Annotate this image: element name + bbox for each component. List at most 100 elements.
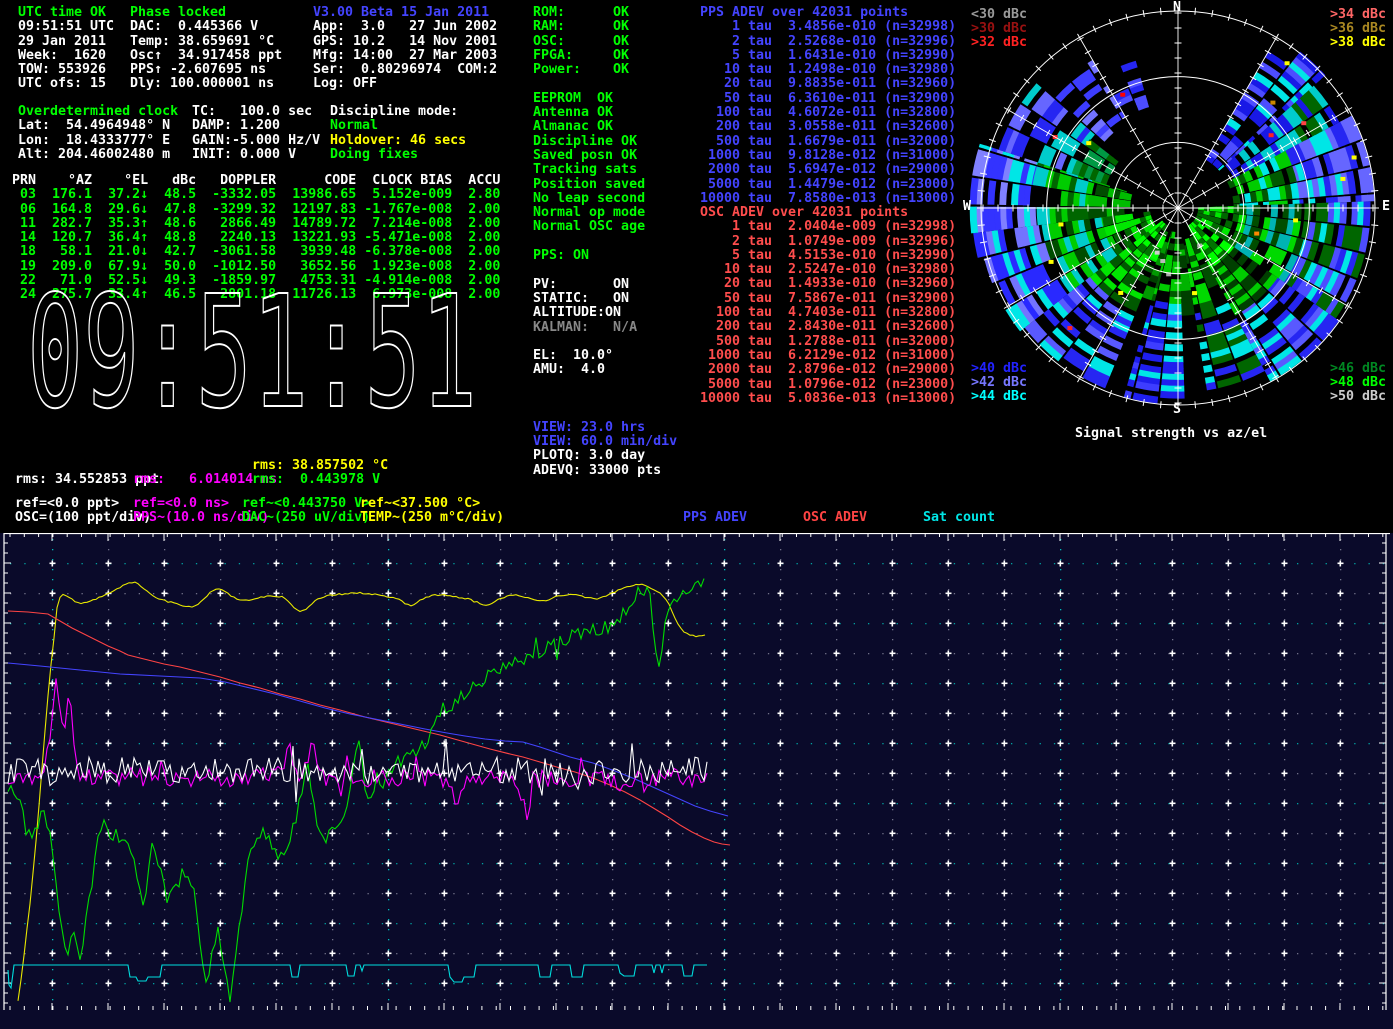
status-line: TC: 100.0 sec — [192, 105, 320, 119]
adev-row: 500 tau 1.6679e-011 (n=32000) — [700, 135, 956, 149]
status-line: Normal OSC age — [533, 220, 677, 234]
status-line: STATIC: ON — [533, 292, 677, 306]
status-line: PLOTQ: 3.0 day — [533, 449, 677, 463]
sat-table-row: 22 71.0 52.5↓ 49.3 -1859.97 4753.31 -4.9… — [12, 274, 500, 288]
plot-label-pps-adev: PPS ADEV — [683, 511, 747, 525]
sat-table-row: 06 164.8 29.6↓ 47.8 -3299.32 12197.83 -1… — [12, 203, 500, 217]
status-line — [533, 378, 677, 392]
status-line: ADEVQ: 33000 pts — [533, 464, 677, 478]
status-line: App: 3.0 27 Jun 2002 — [313, 20, 497, 34]
status-line: Position saved — [533, 178, 677, 192]
adev-row: 100 tau 4.7403e-011 (n=32800) — [700, 306, 956, 320]
adev-row: 1 tau 3.4856e-010 (n=32998) — [700, 20, 956, 34]
status-line: INIT: 0.000 V — [192, 148, 320, 162]
adev-row: 10000 tau 7.8580e-013 (n=13000) — [700, 192, 956, 206]
status-line — [533, 406, 677, 420]
sat-table-row: 18 58.1 21.0↓ 42.7 -3061.58 3939.48 -6.3… — [12, 245, 500, 259]
status-line: 29 Jan 2011 — [18, 35, 114, 49]
compass-N: N — [1173, 1, 1181, 15]
status-line: Discipline OK — [533, 135, 677, 149]
status-line: Osc↑ 34.917458 ppt — [130, 49, 282, 63]
adev-row: 50 tau 7.5867e-011 (n=32900) — [700, 292, 956, 306]
receiver-mode-block: Overdetermined clockLat: 54.4964948° NLo… — [18, 105, 178, 162]
status-line: Mfg: 14:00 27 Mar 2003 — [313, 49, 497, 63]
big-digital-clock: 09:51:51 — [25, 288, 485, 428]
status-line — [533, 392, 677, 406]
status-line — [533, 263, 677, 277]
status-line: Tracking sats — [533, 163, 677, 177]
sat-table-row: 19 209.0 67.9↓ 50.0 -1012.50 3652.56 1.9… — [12, 260, 500, 274]
legend-gt50: >50 dBc — [1330, 390, 1386, 404]
status-line: TOW: 553926 — [18, 63, 114, 77]
adev-row: 1000 tau 9.8128e-012 (n=31000) — [700, 149, 956, 163]
sat-table-row: 11 282.7 35.3↑ 48.6 2866.49 14789.72 7.2… — [12, 217, 500, 231]
status-line: ROM: OK — [533, 6, 677, 20]
strip-chart-plot-area[interactable] — [0, 533, 1393, 1029]
adev-row: 2000 tau 2.8796e-012 (n=29000) — [700, 363, 956, 377]
status-line: No leap second — [533, 192, 677, 206]
status-line: VIEW: 60.0 min/div — [533, 435, 677, 449]
pps-adev-table: PPS ADEV over 42031 points 1 tau 3.4856e… — [700, 6, 956, 206]
osc-adev-table: OSC ADEV over 42031 points 1 tau 2.0404e… — [700, 206, 956, 406]
adev-row: 500 tau 1.2788e-011 (n=32000) — [700, 335, 956, 349]
status-line: OSC: OK — [533, 35, 677, 49]
adev-row: 1000 tau 6.2129e-012 (n=31000) — [700, 349, 956, 363]
adev-row: 5000 tau 1.0796e-012 (n=23000) — [700, 378, 956, 392]
status-line: FPGA: OK — [533, 49, 677, 63]
status-line: GAIN:-5.000 Hz/V — [192, 134, 320, 148]
polar-caption: Signal strength vs az/el — [1075, 427, 1267, 441]
legend-gt38: >38 dBc — [1330, 36, 1386, 50]
scale-osc: OSC=(100 ppt/div) — [15, 511, 151, 525]
status-line: Phase locked — [130, 6, 282, 20]
status-line: Log: OFF — [313, 77, 497, 91]
adev-row: 10 tau 1.2498e-010 (n=32980) — [700, 63, 956, 77]
compass-W: W — [963, 200, 971, 214]
status-line: Almanac OK — [533, 120, 677, 134]
adev-row: 10 tau 2.5247e-010 (n=32980) — [700, 263, 956, 277]
adev-row: 200 tau 2.8430e-011 (n=32600) — [700, 320, 956, 334]
scale-dac: DAC~(250 uV/div) — [242, 511, 370, 525]
sat-table-row: 14 120.7 36.4↑ 48.8 2240.13 13221.93 -5.… — [12, 231, 500, 245]
status-line — [533, 235, 677, 249]
adev-row: 10000 tau 5.0836e-013 (n=13000) — [700, 392, 956, 406]
sat-table-row: 03 176.1 37.2↓ 48.5 -3332.05 13986.65 5.… — [12, 188, 500, 202]
status-line: Ser: 0.80296974 COM:2 — [313, 63, 497, 77]
status-line: EEPROM OK — [533, 92, 677, 106]
satellite-table: PRN °AZ °EL dBc DOPPLER CODE CLOCK BIAS … — [12, 174, 500, 303]
oscillator-status-block: Phase lockedDAC: 0.445366 VTemp: 38.6596… — [130, 6, 282, 92]
status-line: RAM: OK — [533, 20, 677, 34]
status-line: UTC time OK — [18, 6, 114, 20]
status-line: UTC ofs: 15 — [18, 77, 114, 91]
adev-row: 50 tau 6.3610e-011 (n=32900) — [700, 92, 956, 106]
adev-title: OSC ADEV over 42031 points — [700, 206, 956, 220]
status-line: KALMAN: N/A — [533, 321, 677, 335]
status-line: PPS: ON — [533, 249, 677, 263]
status-line: Lon: 18.4333777° E — [18, 134, 178, 148]
status-line: V3.00 Beta 15 Jan 2011 — [313, 6, 497, 20]
status-line: Doing fixes — [330, 148, 466, 162]
utc-time-block: UTC time OK09:51:51 UTC29 Jan 2011Week: … — [18, 6, 114, 92]
status-line: 09:51:51 UTC — [18, 20, 114, 34]
adev-row: 5000 tau 1.4479e-012 (n=23000) — [700, 178, 956, 192]
adev-row: 2 tau 1.0749e-009 (n=32996) — [700, 235, 956, 249]
status-line: Normal — [330, 119, 466, 133]
status-line: Lat: 54.4964948° N — [18, 119, 178, 133]
adev-row: 20 tau 1.4933e-010 (n=32960) — [700, 277, 956, 291]
status-line: DAMP: 1.200 — [192, 119, 320, 133]
adev-row: 2000 tau 5.6947e-012 (n=29000) — [700, 163, 956, 177]
big-clock-digits: 09:51:51 — [27, 288, 477, 428]
health-status-column: ROM: OKRAM: OKOSC: OKFPGA: OKPower: OK E… — [533, 6, 677, 478]
status-line: Discipline mode: — [330, 105, 466, 119]
status-line: VIEW: 23.0 hrs — [533, 421, 677, 435]
adev-title: PPS ADEV over 42031 points — [700, 6, 956, 20]
legend-gt44: >44 dBc — [971, 390, 1027, 404]
lady-heather-screen: UTC time OK09:51:51 UTC29 Jan 2011Week: … — [0, 0, 1393, 1029]
discipline-mode-block: Discipline mode:NormalHoldover: 46 secsD… — [330, 105, 466, 162]
status-line: Power: OK — [533, 63, 677, 77]
status-line: PV: ON — [533, 278, 677, 292]
legend-gt32: >32 dBc — [971, 36, 1027, 50]
status-line: Alt: 204.46002480 m — [18, 148, 178, 162]
rms-dac: rms: 0.443978 V — [252, 473, 380, 487]
scale-temp: TEMP~(250 m°C/div) — [360, 511, 504, 525]
status-line — [533, 335, 677, 349]
